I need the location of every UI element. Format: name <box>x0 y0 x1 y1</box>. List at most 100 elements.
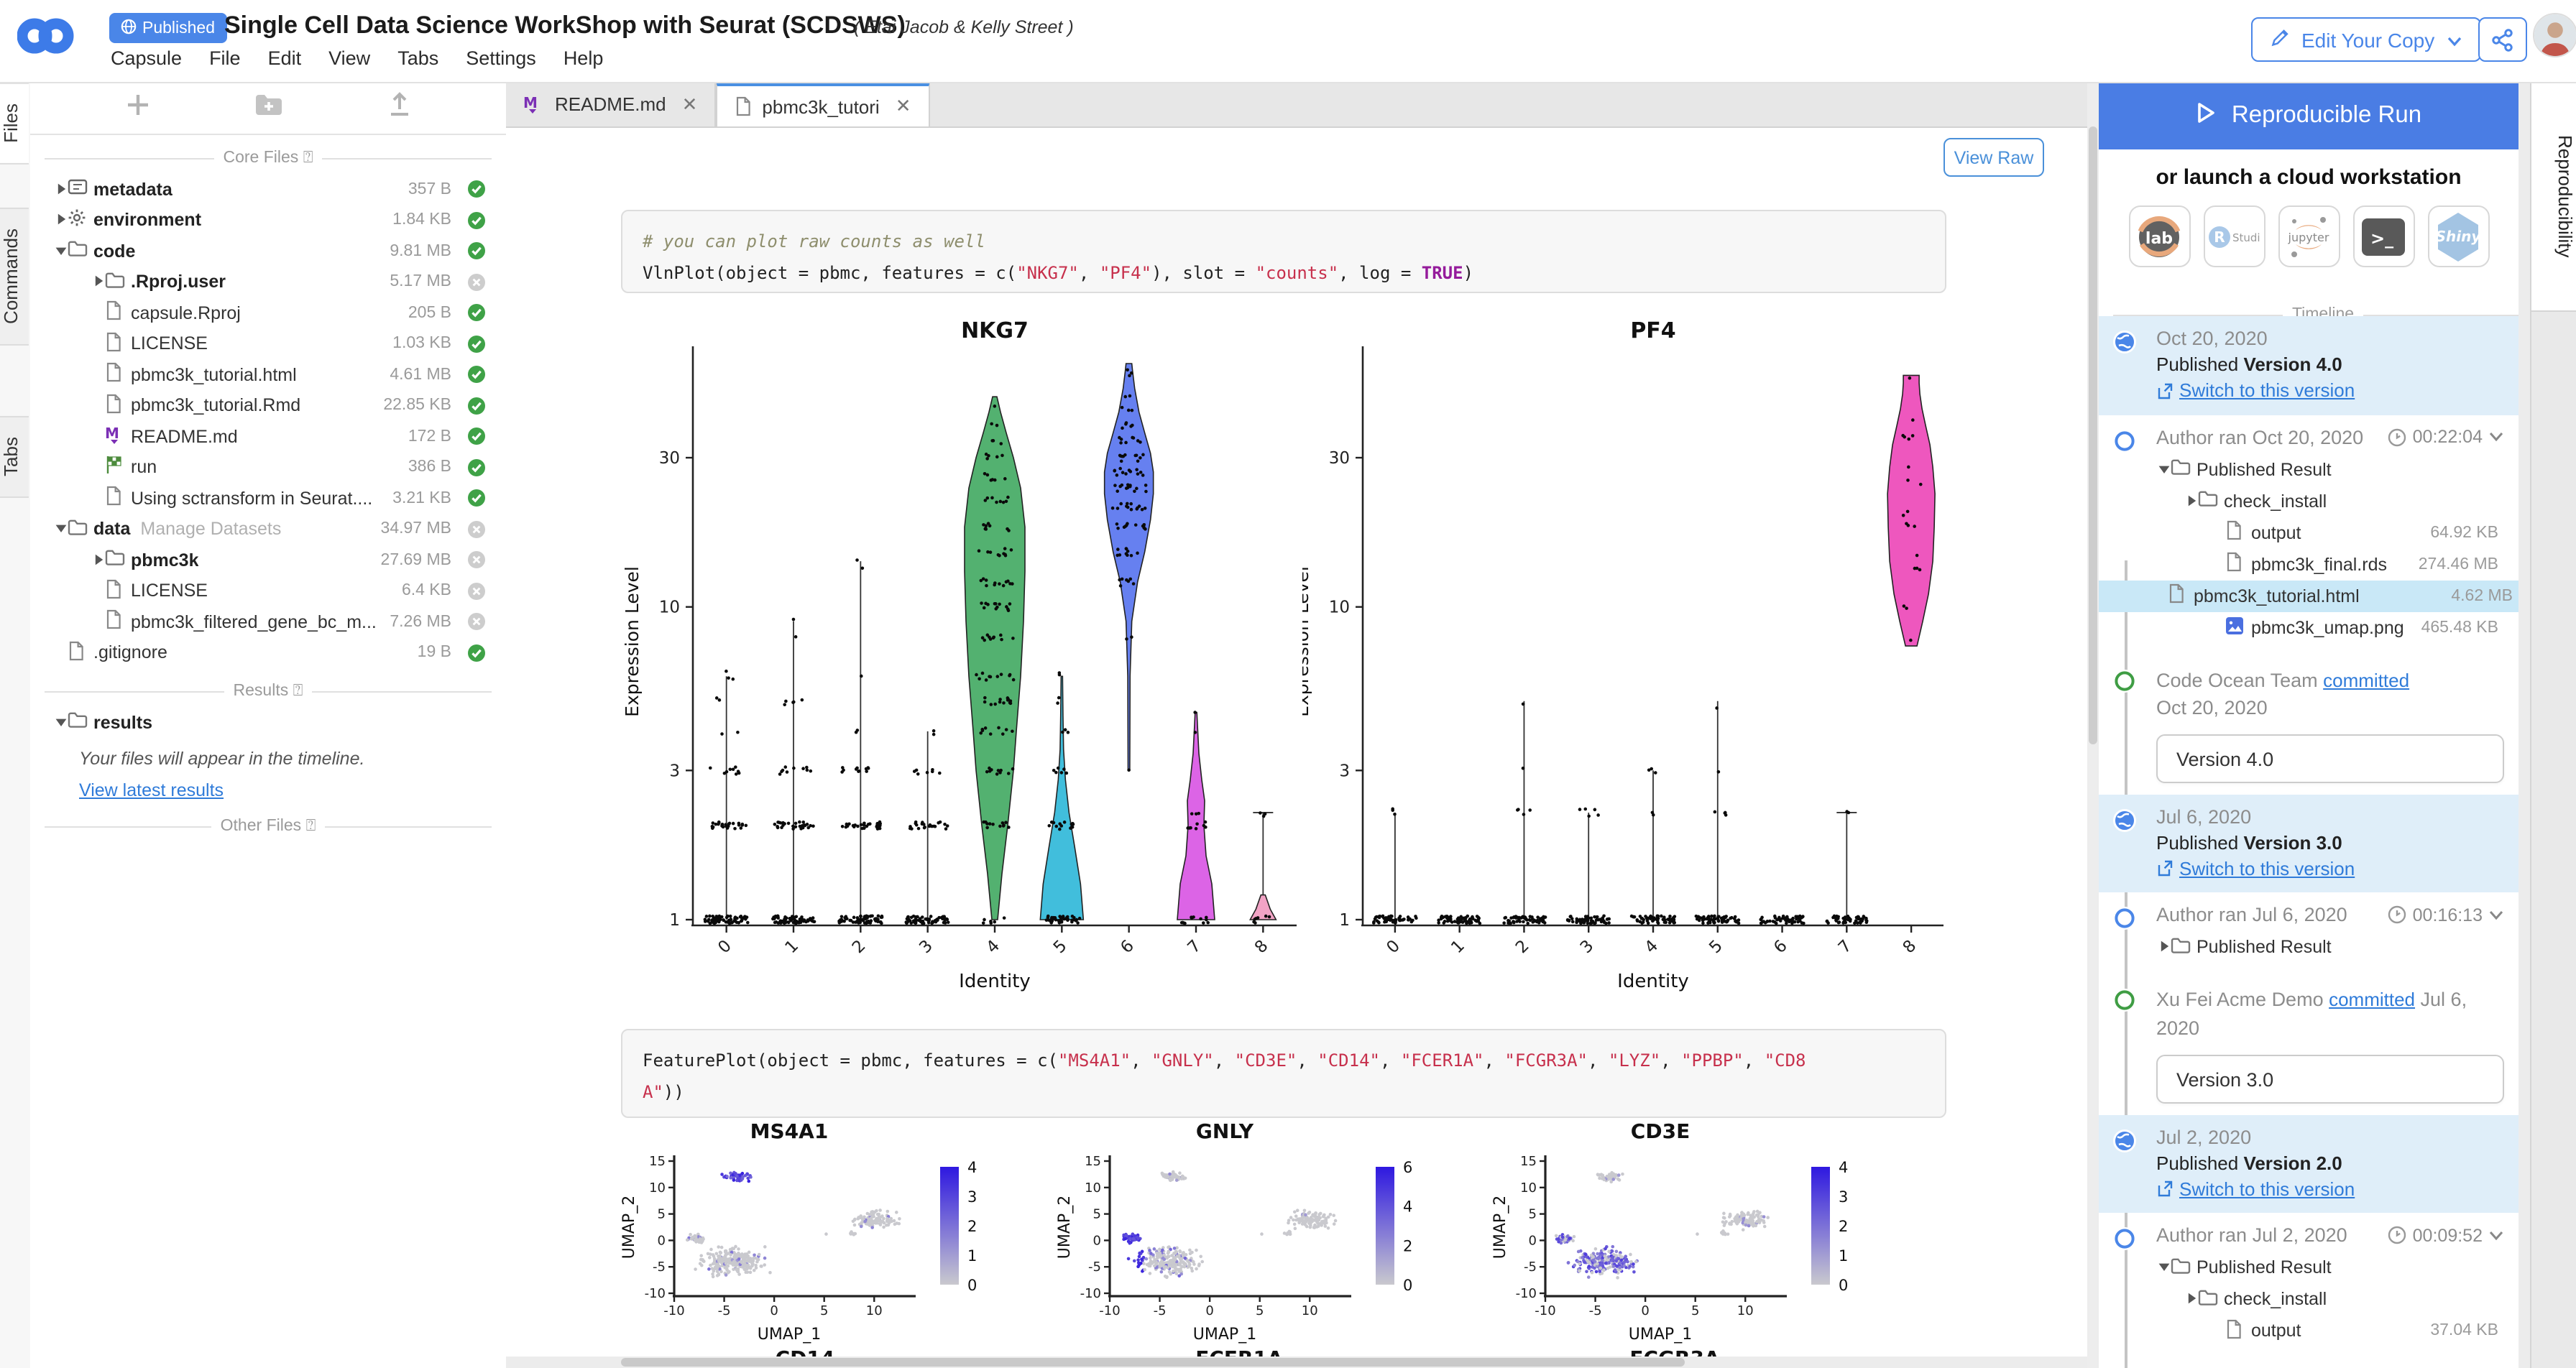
caret-down-icon[interactable] <box>2156 459 2171 479</box>
file-row[interactable]: pbmc3k_tutorial.html4.61 MB <box>30 359 506 390</box>
tab-reproducibility[interactable]: Reproducibility <box>2531 82 2576 312</box>
file-row[interactable]: capsule.Rproj205 B <box>30 297 506 328</box>
file-row[interactable]: dataManage Datasets34.97 MB <box>30 514 506 545</box>
help-icon[interactable]: ⍰ <box>306 817 316 834</box>
file-row[interactable]: code9.81 MB <box>30 236 506 267</box>
run-header[interactable]: Author ran Jul 2, 202000:09:52 <box>2156 1225 2504 1247</box>
result-row[interactable]: Published Result <box>2156 932 2504 963</box>
results-divider: Results ⍰ <box>45 683 492 701</box>
upload-button[interactable] <box>388 92 411 124</box>
file-row[interactable]: Using sctransform in Seurat....3.21 KB <box>30 483 506 514</box>
share-button[interactable] <box>2478 17 2527 62</box>
switch-version-link[interactable]: Switch to this version <box>2156 1178 2355 1200</box>
file-row[interactable]: .Rproj.user5.17 MB <box>30 267 506 297</box>
workstation-rstudio-button[interactable]: RStudio <box>2203 205 2265 267</box>
file-row[interactable]: .gitignore19 B <box>30 637 506 668</box>
committed-link[interactable]: committed <box>2323 667 2409 695</box>
file-row[interactable]: results <box>30 707 506 738</box>
sidebar-tab-commands[interactable]: Commands <box>0 208 29 346</box>
menu-item-capsule[interactable]: Capsule <box>111 47 182 69</box>
edit-your-copy-button[interactable]: Edit Your Copy <box>2251 17 2480 62</box>
menu-item-edit[interactable]: Edit <box>268 47 302 69</box>
reproducible-run-button[interactable]: Reproducible Run <box>2099 82 2518 149</box>
add-file-button[interactable] <box>125 91 151 124</box>
sidebar-tab-files[interactable]: Files <box>0 82 29 165</box>
file-row[interactable]: MREADME.md172 B <box>30 421 506 452</box>
result-row[interactable]: output64.92 KB <box>2156 517 2504 548</box>
run-header[interactable]: Author ran Oct 20, 202000:22:04 <box>2156 426 2504 448</box>
file-icon <box>2168 583 2194 608</box>
result-row[interactable]: Published Result <box>2156 1252 2504 1284</box>
manage-datasets-label[interactable]: Manage Datasets <box>140 519 281 540</box>
menu-item-settings[interactable]: Settings <box>466 47 536 69</box>
caret-down-icon[interactable] <box>2156 1258 2171 1278</box>
sidebar-tab-tabs[interactable]: Tabs <box>0 415 29 498</box>
result-row[interactable]: check_install <box>2156 1284 2504 1316</box>
menu-item-help[interactable]: Help <box>564 47 604 69</box>
tab-pbmc3k_tutori[interactable]: pbmc3k_tutori✕ <box>716 82 929 126</box>
caret-right-icon[interactable] <box>53 180 68 200</box>
caret-right-icon[interactable] <box>53 211 68 231</box>
editor-horizontal-scrollbar-thumb[interactable] <box>621 1358 1685 1367</box>
caret-right-icon[interactable] <box>2184 491 2198 511</box>
result-row[interactable]: Published Result <box>2156 453 2504 485</box>
chevron-down-icon[interactable] <box>2488 431 2504 443</box>
menu-item-view[interactable]: View <box>328 47 370 69</box>
file-row[interactable]: pbmc3k27.69 MB <box>30 545 506 576</box>
code-ocean-logo[interactable] <box>17 14 75 65</box>
file-row[interactable]: pbmc3k_filtered_gene_bc_m...7.26 MB <box>30 606 506 637</box>
workstation-shiny-button[interactable]: Shiny <box>2427 205 2489 267</box>
result-row[interactable]: output37.04 KB <box>2156 1316 2504 1347</box>
result-row[interactable]: check_install <box>2156 485 2504 517</box>
caret-right-icon[interactable] <box>91 272 105 292</box>
caret-down-icon[interactable] <box>53 519 68 540</box>
version-name-box[interactable]: Version 4.0 <box>2156 734 2504 783</box>
help-icon[interactable]: ⍰ <box>293 683 303 700</box>
menu-item-tabs[interactable]: Tabs <box>397 47 438 69</box>
committed-link[interactable]: committed <box>2329 988 2415 1015</box>
code-token: , <box>1660 1050 1681 1071</box>
result-row[interactable]: pbmc3k_final.rds274.46 MB <box>2156 548 2504 580</box>
run-result-tree: Published Result <box>2156 932 2504 963</box>
svg-text:8: 8 <box>1251 937 1272 958</box>
file-row[interactable]: metadata357 B <box>30 174 506 205</box>
view-latest-results-link[interactable]: View latest results <box>79 780 224 800</box>
svg-text:Expression Level: Expression Level <box>622 566 643 717</box>
tab-readme.md[interactable]: MREADME.md✕ <box>506 82 716 126</box>
caret-down-icon[interactable] <box>53 241 68 262</box>
editor-vertical-scrollbar-thumb[interactable] <box>2089 126 2097 744</box>
menu-item-file[interactable]: File <box>209 47 241 69</box>
avatar[interactable] <box>2533 13 2576 57</box>
switch-version-link[interactable]: Switch to this version <box>2156 858 2355 879</box>
caret-right-icon[interactable] <box>2184 1290 2198 1310</box>
run-marker-icon <box>2113 907 2136 930</box>
chevron-down-icon[interactable] <box>2488 910 2504 921</box>
file-name: pbmc3k_filtered_gene_bc_m... <box>131 612 377 632</box>
result-row[interactable]: pbmc3k_tutorial.html4.62 MB <box>2099 580 2518 611</box>
workstation-jupyter-button[interactable]: jupyter <box>2278 205 2340 267</box>
caret-down-icon[interactable] <box>53 713 68 733</box>
close-icon[interactable]: ✕ <box>896 95 911 118</box>
workstation-jupyterlab-button[interactable]: lab <box>2128 205 2190 267</box>
workstation-terminal-button[interactable]: >_ <box>2352 205 2414 267</box>
view-raw-button[interactable]: View Raw <box>1944 138 2044 177</box>
version-name-box[interactable]: Version 3.0 <box>2156 1055 2504 1104</box>
run-header[interactable]: Author ran Jul 6, 202000:16:13 <box>2156 905 2504 926</box>
code-token: , <box>1214 1050 1235 1071</box>
caret-right-icon[interactable] <box>91 550 105 570</box>
timeline-scrollbar[interactable] <box>2518 82 2530 1368</box>
svg-text:>_: >_ <box>2370 228 2393 248</box>
help-icon[interactable]: ⍰ <box>303 149 313 167</box>
result-row[interactable]: pbmc3k_umap.png465.48 KB <box>2156 611 2504 643</box>
new-folder-button[interactable] <box>255 93 284 123</box>
close-icon[interactable]: ✕ <box>682 93 698 116</box>
chevron-down-icon[interactable] <box>2488 1230 2504 1242</box>
reproducibility-panel: Reproducible Run or launch a cloud works… <box>2099 82 2518 1368</box>
file-row[interactable]: pbmc3k_tutorial.Rmd22.85 KB <box>30 390 506 421</box>
switch-version-link[interactable]: Switch to this version <box>2156 379 2355 401</box>
file-row[interactable]: run386 B <box>30 452 506 483</box>
file-row[interactable]: environment1.84 KB <box>30 205 506 236</box>
caret-right-icon[interactable] <box>2156 938 2171 958</box>
file-row[interactable]: LICENSE1.03 KB <box>30 328 506 359</box>
file-row[interactable]: LICENSE6.4 KB <box>30 576 506 606</box>
